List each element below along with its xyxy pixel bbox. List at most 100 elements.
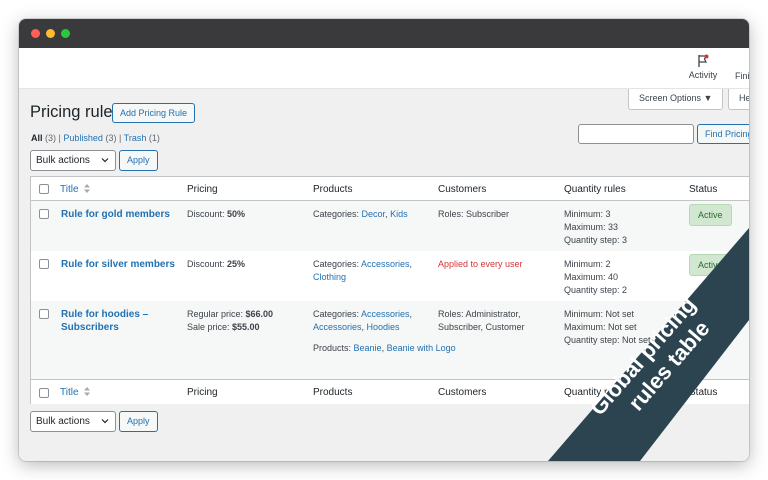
products-cell: Categories: Decor, Kids [313,209,408,219]
flag-icon [698,54,709,67]
browser-window: Activity Fini Screen Options ▼ He Pricin… [19,19,749,461]
minimize-window-button[interactable] [46,29,55,38]
select-all-checkbox[interactable] [39,184,49,194]
qty-min: Minimum: 3 [564,209,611,219]
customers-cell: Roles: Subscriber [438,209,510,219]
products-column-header: Products [313,184,353,195]
regular-price-value: $66.00 [245,309,274,319]
category-link[interactable]: Hoodies [367,322,400,332]
quantity-cell: Minimum: Not set Maximum: Not set Quanti… [564,308,651,347]
search-input[interactable] [578,124,694,144]
category-link[interactable]: Decor [362,209,386,219]
category-link[interactable]: Accessories [361,309,410,319]
chevron-down-icon [101,158,109,163]
qty-max: Maximum: 33 [564,222,619,232]
view-published-count: (3) [105,133,117,143]
products-label: Categories: [313,259,362,269]
customers-column-header: Customers [438,184,487,195]
admin-toolbar: Activity Fini [19,48,749,89]
qty-step: Quantity step: 2 [564,285,628,295]
status-views: All (3) | Published (3) | Trash (1) [31,133,160,143]
pricing-value: 25% [227,259,246,269]
products-cell: Categories: Accessories, Accessories, Ho… [313,309,456,353]
pricing-value: 50% [227,209,246,219]
pricing-cell: Discount: 25% [187,258,245,271]
view-separator: | [118,133,122,143]
status-badge: Active [689,254,732,276]
sale-price-label: Sale price: [187,322,233,332]
qty-min: Minimum: Not set [564,309,635,319]
rule-title-link[interactable]: Rule for silver members [61,258,175,271]
activity-button[interactable]: Activity [683,54,723,80]
view-separator: | [58,133,61,143]
products-label: Products: [313,343,354,353]
close-window-button[interactable] [31,29,40,38]
pricing-label: Discount: [187,259,228,269]
category-link[interactable]: Accessories [313,322,362,332]
table-row: Rule for hoodies – Subscribers Regular p… [31,301,749,379]
view-published-link[interactable]: Published [63,133,103,143]
rule-title-line: Subscribers [61,322,119,333]
select-all-checkbox-footer[interactable] [39,388,49,398]
products-label: Categories: [313,209,362,219]
product-link[interactable]: Beanie with Logo [387,343,456,353]
pricing-column-header: Pricing [187,184,218,195]
product-link-text: Beanie with Logo [386,343,456,353]
row-checkbox[interactable] [39,209,49,219]
quantity-cell: Minimum: 2 Maximum: 40 Quantity step: 2 [564,258,627,297]
row-checkbox[interactable] [39,309,49,319]
qty-step: Quantity step: 3 [564,235,628,245]
pricing-rules-table: Title Pricing Products Customers Quantit… [30,176,749,404]
sort-icon [84,387,91,396]
table-row: Rule for gold members Discount: 50% Cate… [31,201,749,251]
category-link[interactable]: Clothing [313,272,346,282]
row-checkbox[interactable] [39,259,49,269]
view-trash-link[interactable]: Trash [124,133,147,143]
products-label: Categories: [313,309,362,319]
title-footer-label: Title [60,387,79,398]
page-title: Pricing rule [30,103,113,121]
apply-button-top[interactable]: Apply [119,150,158,171]
qty-min: Minimum: 2 [564,259,611,269]
finish-setup-link[interactable]: Fini [735,71,749,81]
sale-price-value: $55.00 [232,322,260,332]
view-trash-count: (1) [148,133,160,143]
bulk-actions-select-top[interactable]: Bulk actions [30,150,116,171]
qty-step: Quantity step: Not set [564,335,651,345]
pricing-cell: Regular price: $66.00 Sale price: $55.00 [187,308,273,334]
rule-title-line: Rule for hoodies – [61,309,149,320]
table-header: Title Pricing Products Customers Quantit… [31,177,749,201]
category-link[interactable]: Kids [390,209,408,219]
bulk-actions-value: Bulk actions [36,155,90,166]
title-column-header[interactable]: Title [60,184,91,195]
products-column-footer: Products [313,387,353,398]
category-link[interactable]: Accessories [361,259,410,269]
help-button[interactable]: He [728,89,749,110]
pricing-column-footer: Pricing [187,387,218,398]
view-all-link[interactable]: All [31,133,43,143]
title-column-footer[interactable]: Title [60,387,91,398]
table-footer: Title Pricing Products Customers Quantit… [31,379,749,404]
find-pricing-button[interactable]: Find Pricing [697,124,749,144]
chevron-down-icon [101,419,109,424]
quantity-column-header: Quantity rules [564,184,626,195]
title-header-label: Title [60,184,79,195]
customers-line: Subscriber, Customer [438,322,525,332]
maximize-window-button[interactable] [61,29,70,38]
screen-options-button[interactable]: Screen Options ▼ [628,89,724,110]
add-pricing-rule-button[interactable]: Add Pricing Rule [112,103,196,123]
status-column-footer: Status [689,387,718,398]
qty-max: Maximum: Not set [564,322,637,332]
rule-title-link[interactable]: Rule for gold members [61,208,170,221]
pricing-cell: Discount: 50% [187,208,245,221]
apply-button-bottom[interactable]: Apply [119,411,158,432]
product-link[interactable]: Beanie [354,343,382,353]
view-all-count: (3) [45,133,57,143]
customers-column-footer: Customers [438,387,487,398]
customers-line: Roles: Administrator, [438,309,521,319]
quantity-cell: Minimum: 3 Maximum: 33 Quantity step: 3 [564,208,627,247]
window-titlebar [19,19,749,48]
table-row: Rule for silver members Discount: 25% Ca… [31,251,749,301]
rule-title-link[interactable]: Rule for hoodies – Subscribers [61,308,148,334]
bulk-actions-select-bottom[interactable]: Bulk actions [30,411,116,432]
